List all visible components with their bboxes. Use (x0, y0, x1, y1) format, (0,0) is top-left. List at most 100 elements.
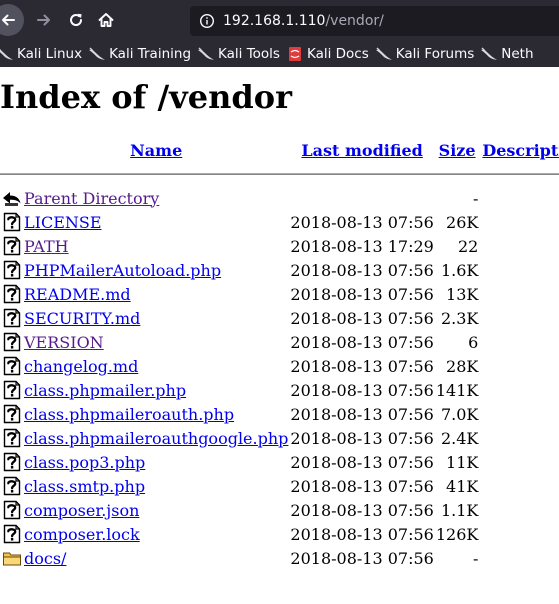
unknown-file-icon (2, 236, 22, 256)
sort-by-last-modified-link[interactable]: Last modified (301, 141, 422, 160)
reload-button[interactable] (62, 6, 90, 34)
back-button[interactable] (0, 4, 24, 36)
unknown-file-icon (2, 260, 22, 280)
size-cell: 6 (468, 332, 479, 352)
last-modified-cell: 2018-08-13 07:56 (290, 284, 434, 304)
size-cell: 2.4K (440, 428, 479, 448)
file-link[interactable]: composer.lock (24, 525, 140, 544)
size-cell: 11K (446, 452, 479, 472)
table-row: class.smtp.php 2018-08-13 07:56 41K (2, 475, 559, 497)
icon-cell (2, 307, 22, 329)
file-link[interactable]: LICENSE (24, 213, 102, 232)
name-cell: composer.json (24, 499, 288, 521)
parent-directory-link[interactable]: Parent Directory (24, 189, 159, 208)
description-cell (480, 475, 559, 497)
bookmark-item[interactable]: Kali Forums (375, 46, 474, 62)
last-modified-cell (290, 187, 433, 209)
bookmark-item[interactable]: Kali Tools (197, 46, 280, 62)
unknown-file-icon (2, 452, 22, 472)
table-row: class.pop3.php 2018-08-13 07:56 11K (2, 451, 559, 473)
unknown-file-icon (2, 500, 22, 520)
icon-cell (2, 427, 22, 449)
arrow-left-icon (0, 11, 17, 29)
unknown-file-icon (2, 212, 22, 232)
sort-by-name-link[interactable]: Name (130, 141, 182, 160)
browser-chrome: 192.168.1.110/vendor/ Kali Linux Kali Tra… (0, 0, 559, 67)
bookmark-item[interactable]: Kali Docs (286, 46, 369, 62)
unknown-file-icon (2, 308, 22, 328)
name-cell: README.md (24, 283, 288, 305)
forward-button[interactable] (30, 6, 58, 34)
bookmark-item[interactable]: Kali Training (88, 46, 191, 62)
name-cell: Parent Directory (24, 187, 288, 209)
last-modified-cell: 2018-08-13 07:56 (290, 380, 434, 400)
column-description-header[interactable]: Description (480, 139, 559, 161)
header-separator-cell (0, 163, 559, 185)
icon-cell (2, 403, 22, 425)
header-icon-spacer (2, 139, 22, 161)
file-link[interactable]: class.pop3.php (24, 453, 145, 472)
url-host: 192.168.1.110 (223, 13, 326, 29)
file-link[interactable]: docs/ (24, 549, 66, 568)
kali-dragon-icon (0, 46, 14, 62)
column-last-modified-header[interactable]: Last modified (290, 139, 433, 161)
file-link[interactable]: class.smtp.php (24, 477, 145, 496)
description-cell (480, 499, 559, 521)
name-cell: PATH (24, 235, 288, 257)
file-link[interactable]: composer.json (24, 501, 139, 520)
file-link[interactable]: PATH (24, 237, 69, 256)
home-button[interactable] (92, 6, 120, 34)
description-cell (480, 427, 559, 449)
address-bar[interactable]: 192.168.1.110/vendor/ (190, 6, 559, 36)
size-cell: 2.3K (440, 308, 479, 328)
file-link[interactable]: class.phpmaileroauthgoogle.php (24, 429, 288, 448)
navigation-toolbar: 192.168.1.110/vendor/ (0, 0, 559, 41)
last-modified-cell: 2018-08-13 07:56 (290, 404, 434, 424)
description-cell (480, 451, 559, 473)
file-link[interactable]: VERSION (24, 333, 104, 352)
description-cell (480, 355, 559, 377)
icon-cell (2, 355, 22, 377)
name-cell: composer.lock (24, 523, 288, 545)
file-link[interactable]: SECURITY.md (24, 309, 140, 328)
unknown-file-icon (2, 476, 22, 496)
table-row: class.phpmaileroauthgoogle.php 2018-08-13… (2, 427, 559, 449)
name-cell: class.phpmaileroauth.php (24, 403, 288, 425)
directory-listing: Name Last modified Size Description Pare… (0, 137, 559, 571)
bookmark-item[interactable]: Kali Linux (0, 46, 82, 62)
file-link[interactable]: PHPMailerAutoload.php (24, 261, 221, 280)
header-separator-row (0, 163, 559, 185)
size-cell: 26K (446, 212, 479, 232)
column-size-header[interactable]: Size (436, 139, 479, 161)
sort-by-description-link[interactable]: Description (482, 141, 559, 160)
home-icon (97, 11, 115, 29)
file-link[interactable]: changelog.md (24, 357, 138, 376)
size-cell: - (472, 548, 479, 568)
name-cell: SECURITY.md (24, 307, 288, 329)
size-cell: 41K (446, 476, 479, 496)
size-cell: 1.6K (440, 260, 479, 280)
info-icon[interactable] (199, 13, 215, 29)
file-link[interactable]: class.phpmaileroauth.php (24, 405, 234, 424)
file-link[interactable]: README.md (24, 285, 131, 304)
name-cell: docs/ (24, 547, 288, 569)
bookmark-item[interactable]: Neth (480, 46, 534, 62)
size-cell: 22 (458, 236, 479, 256)
sort-by-size-link[interactable]: Size (439, 141, 476, 160)
name-cell: PHPMailerAutoload.php (24, 259, 288, 281)
url-path: /vendor/ (325, 13, 384, 29)
file-link[interactable]: class.phpmailer.php (24, 381, 186, 400)
unknown-file-icon (2, 356, 22, 376)
size-cell: 28K (446, 356, 479, 376)
description-cell (480, 547, 559, 569)
icon-cell (2, 523, 22, 545)
column-name-header[interactable]: Name (24, 139, 288, 161)
name-cell: class.phpmailer.php (24, 379, 288, 401)
name-cell: changelog.md (24, 355, 288, 377)
last-modified-cell: 2018-08-13 07:56 (290, 452, 434, 472)
last-modified-cell: 2018-08-13 07:56 (290, 548, 434, 568)
last-modified-cell: 2018-08-13 07:56 (290, 260, 434, 280)
table-row: class.phpmaileroauth.php 2018-08-13 07:56… (2, 403, 559, 425)
description-cell (480, 307, 559, 329)
table-row: composer.json 2018-08-13 07:56 1.1K (2, 499, 559, 521)
